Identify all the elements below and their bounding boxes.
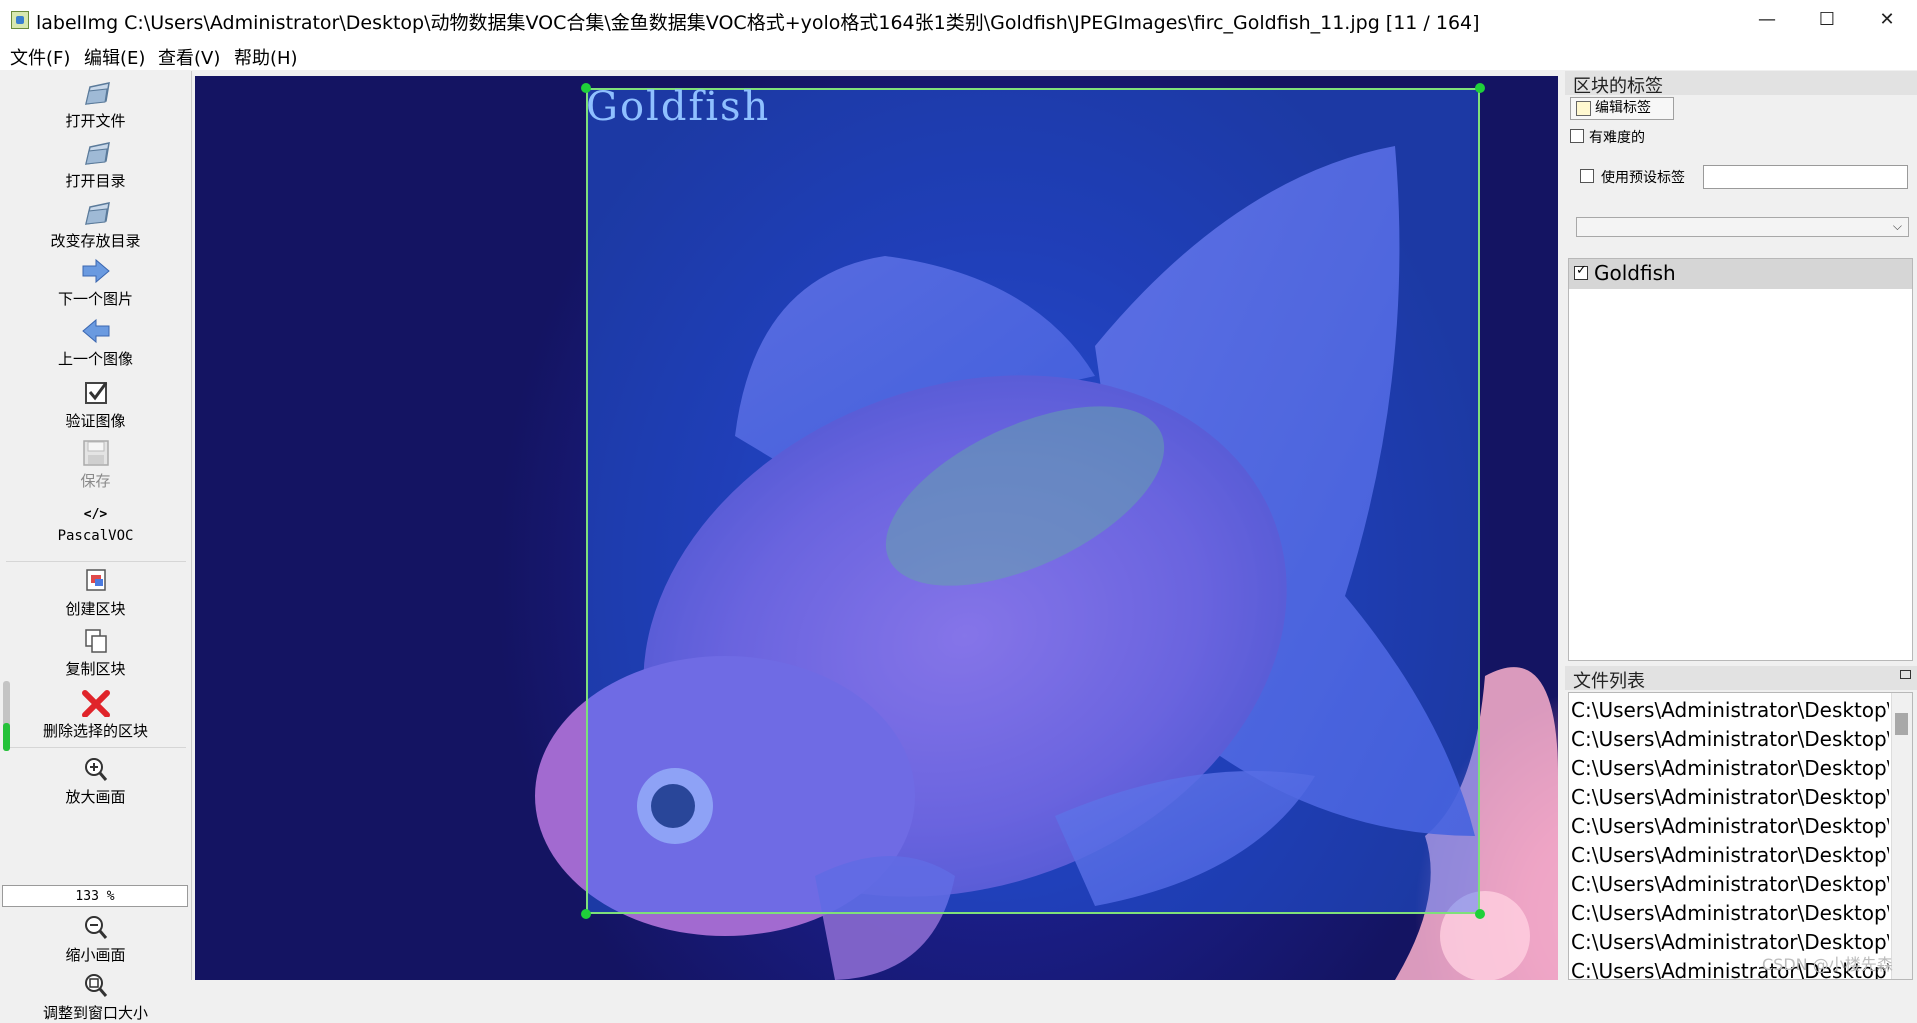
box-labels-dock-title: 区块的标签: [1573, 76, 1663, 97]
create-box-button[interactable]: 创建区块: [0, 567, 191, 619]
file-list-item[interactable]: C:\Users\Administrator\Desktop\动: [1571, 723, 1889, 752]
difficult-checkbox[interactable]: [1570, 129, 1584, 143]
zoom-in-icon: [84, 758, 107, 781]
fit-window-button[interactable]: 调整到窗口大小: [0, 971, 191, 1023]
default-label-input[interactable]: [1703, 165, 1908, 189]
maximize-button[interactable]: ☐: [1797, 0, 1857, 40]
file-list-dock-header: 文件列表: [1565, 666, 1917, 692]
save-button[interactable]: 保存: [0, 439, 191, 491]
label-combobox[interactable]: ⌵: [1576, 217, 1909, 237]
folder-icon: [84, 202, 110, 225]
window-title: labelImg C:\Users\Administrator\Desktop\…: [36, 12, 1480, 34]
minimize-button[interactable]: —: [1737, 0, 1797, 40]
file-list: C:\Users\Administrator\Desktop\动 C:\User…: [1568, 692, 1913, 980]
label-list-item[interactable]: Goldfish: [1569, 259, 1912, 289]
folder-icon: [84, 82, 110, 105]
bbox-handle-bottom-right[interactable]: [1475, 909, 1485, 919]
folder-icon: [84, 142, 110, 165]
right-panel: 区块的标签 编辑标签 有难度的 使用预设标签 ⌵ Goldfish 文件列表 C…: [1565, 71, 1917, 980]
arrow-right-icon: [82, 258, 110, 284]
toolbar-divider: [6, 747, 186, 748]
checkbox-checked-icon: [84, 382, 107, 404]
edit-label-button[interactable]: 编辑标签: [1570, 97, 1674, 120]
open-file-label: 打开文件: [65, 112, 126, 130]
toolbar-divider: [6, 561, 186, 562]
bounding-box[interactable]: [586, 88, 1480, 914]
toolbar-scroll-indicator[interactable]: [3, 681, 10, 751]
prev-image-label: 上一个图像: [57, 350, 133, 368]
use-default-label-text: 使用预设标签: [1601, 170, 1685, 186]
menu-file[interactable]: 文件(F): [10, 44, 70, 70]
edit-label-text: 编辑标签: [1595, 100, 1651, 116]
menu-view[interactable]: 查看(V): [158, 44, 220, 70]
zoom-in-label: 放大画面: [65, 788, 126, 806]
file-list-scrollbar[interactable]: [1891, 693, 1912, 979]
change-save-dir-button[interactable]: 改变存放目录: [0, 199, 191, 251]
format-toggle-button[interactable]: </> PascalVOC: [0, 505, 191, 544]
dock-float-icon[interactable]: [1900, 670, 1911, 679]
zoom-out-button[interactable]: 缩小画面: [0, 913, 191, 965]
open-file-button[interactable]: 打开文件: [0, 79, 191, 131]
file-list-item[interactable]: C:\Users\Administrator\Desktop\动: [1571, 810, 1889, 839]
image-canvas[interactable]: Goldfish: [195, 76, 1558, 980]
open-dir-button[interactable]: 打开目录: [0, 139, 191, 191]
copy-icon: [84, 629, 107, 653]
menu-edit[interactable]: 编辑(E): [84, 44, 145, 70]
code-icon: </>: [83, 507, 108, 522]
edit-pen-icon: [1576, 101, 1591, 116]
fit-window-icon: [84, 974, 107, 997]
duplicate-box-label: 复制区块: [65, 660, 126, 678]
menu-help[interactable]: 帮助(H): [234, 44, 298, 70]
watermark: CSDN @小楼先森: [1762, 955, 1893, 974]
file-list-item[interactable]: C:\Users\Administrator\Desktop\动: [1571, 897, 1889, 926]
fit-window-label: 调整到窗口大小: [42, 1004, 148, 1022]
next-image-button[interactable]: 下一个图片: [0, 257, 191, 309]
close-button[interactable]: ✕: [1857, 0, 1917, 40]
change-save-dir-label: 改变存放目录: [50, 232, 141, 250]
next-image-label: 下一个图片: [57, 290, 133, 308]
bbox-handle-bottom-left[interactable]: [581, 909, 591, 919]
prev-image-button[interactable]: 上一个图像: [0, 317, 191, 369]
open-dir-label: 打开目录: [65, 172, 126, 190]
zoom-out-label: 缩小画面: [65, 946, 126, 964]
format-label: PascalVOC: [57, 528, 134, 544]
label-checkbox[interactable]: [1574, 263, 1588, 280]
file-list-item[interactable]: C:\Users\Administrator\Desktop\动: [1571, 839, 1889, 868]
title-bar: labelImg C:\Users\Administrator\Desktop\…: [0, 0, 1917, 40]
delete-box-button[interactable]: 删除选择的区块: [0, 689, 191, 741]
zoom-out-icon: [84, 916, 107, 939]
left-toolbar: 打开文件 打开目录 改变存放目录 下一个图片 上一个图像 验证图像 保存 </>…: [0, 71, 192, 1022]
chevron-down-icon: ⌵: [1892, 219, 1902, 233]
file-list-item[interactable]: C:\Users\Administrator\Desktop\动: [1571, 694, 1889, 723]
zoom-level-field[interactable]: 133 %: [2, 885, 188, 907]
file-list-item[interactable]: C:\Users\Administrator\Desktop\动: [1571, 781, 1889, 810]
arrow-left-icon: [81, 318, 109, 344]
file-list-item[interactable]: C:\Users\Administrator\Desktop\动: [1571, 752, 1889, 781]
app-icon: [11, 11, 29, 29]
create-box-label: 创建区块: [65, 600, 126, 618]
verify-image-button[interactable]: 验证图像: [0, 379, 191, 431]
zoom-in-button[interactable]: 放大画面: [0, 755, 191, 807]
difficult-label: 有难度的: [1589, 130, 1645, 146]
menu-bar: 文件(F) 编辑(E) 查看(V) 帮助(H): [0, 40, 1917, 70]
use-default-label-checkbox[interactable]: [1580, 169, 1594, 183]
box-label-list: Goldfish: [1568, 258, 1913, 661]
verify-image-label: 验证图像: [65, 412, 126, 430]
bounding-box-label: Goldfish: [586, 84, 771, 130]
scrollbar-thumb[interactable]: [1895, 713, 1908, 735]
file-list-item[interactable]: C:\Users\Administrator\Desktop\动: [1571, 868, 1889, 897]
bbox-handle-top-right[interactable]: [1475, 83, 1485, 93]
label-item-text: Goldfish: [1594, 261, 1676, 285]
create-box-icon: [85, 569, 106, 591]
duplicate-box-button[interactable]: 复制区块: [0, 627, 191, 679]
delete-x-icon: [81, 690, 110, 717]
save-label: 保存: [80, 472, 111, 490]
delete-box-label: 删除选择的区块: [42, 722, 148, 740]
file-list-dock-title: 文件列表: [1573, 671, 1645, 692]
floppy-disk-icon: [82, 440, 109, 466]
